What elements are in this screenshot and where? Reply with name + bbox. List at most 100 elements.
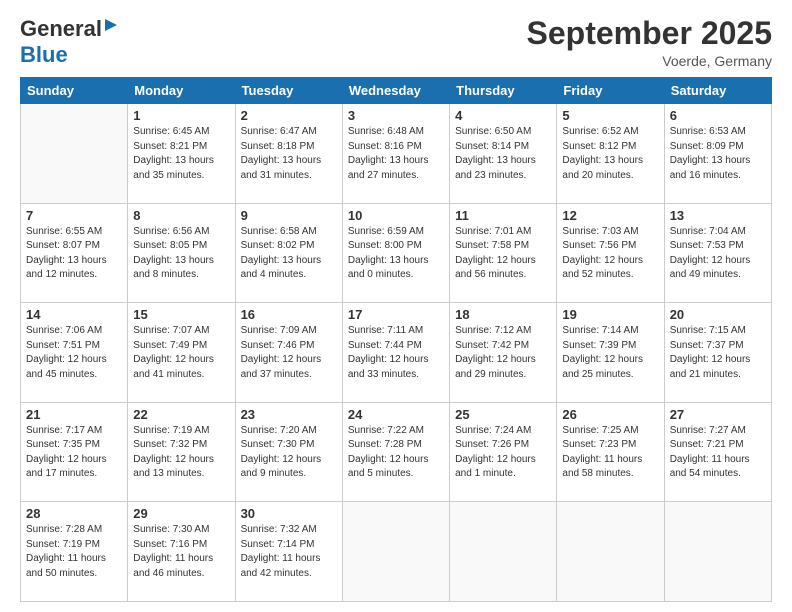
day-info-w4-d5: Sunrise: 7:24 AMSunset: 7:26 PMDaylight:… (455, 424, 551, 482)
day-info-w3-d2: Sunrise: 7:07 AMSunset: 7:49 PMDaylight:… (133, 324, 229, 382)
calendar-cell-w1-d5: 4 Sunrise: 6:50 AMSunset: 8:14 PMDaylight… (450, 104, 557, 204)
calendar-cell-w2-d2: 8Sunrise: 6:56 AMSunset: 8:05 PMDaylight… (128, 203, 235, 303)
calendar-cell-w5-d1: 28 Sunrise: 7:28 AMSunset: 7:19 PMDayligh… (21, 502, 128, 602)
day-info-w1-d2: Sunrise: 6:45 AMSunset: 8:21 PMDaylight:… (133, 125, 229, 183)
calendar-cell-w3-d6: 19 Sunrise: 7:14 AMSunset: 7:39 PMDayligh… (557, 303, 664, 403)
day-number-w1-d2: 1 (133, 108, 229, 123)
day-number-w4-d1: 21 (26, 407, 122, 422)
calendar-table: Sunday Monday Tuesday Wednesday Thursday… (20, 77, 772, 602)
day-info-w4-d6: Sunrise: 7:25 AMSunset: 7:23 PMDaylight:… (562, 424, 658, 482)
day-info-w4-d4: Sunrise: 7:22 AMSunset: 7:28 PMDaylight:… (348, 424, 444, 482)
day-info-w2-d7: Sunrise: 7:04 AMSunset: 7:53 PMDaylight:… (670, 225, 766, 283)
calendar-cell-w4-d3: 23 Sunrise: 7:20 AMSunset: 7:30 PMDayligh… (235, 402, 342, 502)
calendar-cell-w4-d4: 24 Sunrise: 7:22 AMSunset: 7:28 PMDayligh… (342, 402, 449, 502)
day-info-w4-d2: Sunrise: 7:19 AMSunset: 7:32 PMDaylight:… (133, 424, 229, 482)
week-row-1: 1 Sunrise: 6:45 AMSunset: 8:21 PMDaylight… (21, 104, 772, 204)
calendar-cell-w2-d1: 7Sunrise: 6:55 AMSunset: 8:07 PMDaylight… (21, 203, 128, 303)
week-row-2: 7Sunrise: 6:55 AMSunset: 8:07 PMDaylight… (21, 203, 772, 303)
calendar-cell-w4-d7: 27Sunrise: 7:27 AMSunset: 7:21 PMDayligh… (664, 402, 771, 502)
day-number-w1-d4: 3 (348, 108, 444, 123)
calendar-cell-w2-d4: 10 Sunrise: 6:59 AMSunset: 8:00 PMDayligh… (342, 203, 449, 303)
month-title: September 2025 (527, 16, 772, 51)
week-row-5: 28 Sunrise: 7:28 AMSunset: 7:19 PMDayligh… (21, 502, 772, 602)
day-info-w3-d5: Sunrise: 7:12 AMSunset: 7:42 PMDaylight:… (455, 324, 551, 382)
logo-blue-text: Blue (20, 42, 68, 67)
col-header-wednesday: Wednesday (342, 78, 449, 104)
day-info-w5-d2: Sunrise: 7:30 AMSunset: 7:16 PMDaylight:… (133, 523, 229, 581)
day-number-w1-d5: 4 (455, 108, 551, 123)
calendar-cell-w5-d6 (557, 502, 664, 602)
logo-general-text: General (20, 16, 102, 42)
day-number-w3-d6: 19 (562, 307, 658, 322)
day-info-w2-d5: Sunrise: 7:01 AMSunset: 7:58 PMDaylight:… (455, 225, 551, 283)
day-info-w1-d5: Sunrise: 6:50 AMSunset: 8:14 PMDaylight:… (455, 125, 551, 183)
day-number-w1-d3: 2 (241, 108, 337, 123)
day-number-w4-d4: 24 (348, 407, 444, 422)
day-info-w3-d4: Sunrise: 7:11 AMSunset: 7:44 PMDaylight:… (348, 324, 444, 382)
day-number-w5-d1: 28 (26, 506, 122, 521)
col-header-tuesday: Tuesday (235, 78, 342, 104)
day-info-w2-d4: Sunrise: 6:59 AMSunset: 8:00 PMDaylight:… (348, 225, 444, 283)
day-number-w2-d7: 13 (670, 208, 766, 223)
day-number-w4-d2: 22 (133, 407, 229, 422)
location-subtitle: Voerde, Germany (527, 53, 772, 69)
day-number-w3-d1: 14 (26, 307, 122, 322)
day-info-w3-d7: Sunrise: 7:15 AMSunset: 7:37 PMDaylight:… (670, 324, 766, 382)
calendar-cell-w1-d1 (21, 104, 128, 204)
day-number-w3-d5: 18 (455, 307, 551, 322)
week-row-3: 14 Sunrise: 7:06 AMSunset: 7:51 PMDayligh… (21, 303, 772, 403)
calendar-cell-w3-d5: 18 Sunrise: 7:12 AMSunset: 7:42 PMDayligh… (450, 303, 557, 403)
day-info-w3-d6: Sunrise: 7:14 AMSunset: 7:39 PMDaylight:… (562, 324, 658, 382)
calendar-cell-w5-d2: 29 Sunrise: 7:30 AMSunset: 7:16 PMDayligh… (128, 502, 235, 602)
calendar-cell-w2-d5: 11 Sunrise: 7:01 AMSunset: 7:58 PMDayligh… (450, 203, 557, 303)
week-row-4: 21Sunrise: 7:17 AMSunset: 7:35 PMDayligh… (21, 402, 772, 502)
calendar-cell-w4-d5: 25 Sunrise: 7:24 AMSunset: 7:26 PMDayligh… (450, 402, 557, 502)
calendar-cell-w3-d3: 16Sunrise: 7:09 AMSunset: 7:46 PMDayligh… (235, 303, 342, 403)
day-number-w2-d2: 8 (133, 208, 229, 223)
calendar-cell-w1-d3: 2 Sunrise: 6:47 AMSunset: 8:18 PMDaylight… (235, 104, 342, 204)
day-info-w5-d1: Sunrise: 7:28 AMSunset: 7:19 PMDaylight:… (26, 523, 122, 581)
day-number-w2-d5: 11 (455, 208, 551, 223)
calendar-cell-w3-d1: 14 Sunrise: 7:06 AMSunset: 7:51 PMDayligh… (21, 303, 128, 403)
day-number-w3-d2: 15 (133, 307, 229, 322)
day-number-w2-d4: 10 (348, 208, 444, 223)
day-info-w4-d7: Sunrise: 7:27 AMSunset: 7:21 PMDaylight:… (670, 424, 766, 482)
calendar-cell-w4-d1: 21Sunrise: 7:17 AMSunset: 7:35 PMDayligh… (21, 402, 128, 502)
day-number-w4-d6: 26 (562, 407, 658, 422)
day-number-w2-d3: 9 (241, 208, 337, 223)
calendar-cell-w5-d3: 30 Sunrise: 7:32 AMSunset: 7:14 PMDayligh… (235, 502, 342, 602)
calendar-cell-w3-d7: 20Sunrise: 7:15 AMSunset: 7:37 PMDayligh… (664, 303, 771, 403)
day-number-w4-d5: 25 (455, 407, 551, 422)
calendar-cell-w3-d2: 15 Sunrise: 7:07 AMSunset: 7:49 PMDayligh… (128, 303, 235, 403)
calendar-cell-w2-d7: 13 Sunrise: 7:04 AMSunset: 7:53 PMDayligh… (664, 203, 771, 303)
col-header-monday: Monday (128, 78, 235, 104)
day-info-w3-d3: Sunrise: 7:09 AMSunset: 7:46 PMDaylight:… (241, 324, 337, 382)
day-info-w2-d3: Sunrise: 6:58 AMSunset: 8:02 PMDaylight:… (241, 225, 337, 283)
day-info-w3-d1: Sunrise: 7:06 AMSunset: 7:51 PMDaylight:… (26, 324, 122, 382)
calendar-cell-w4-d6: 26 Sunrise: 7:25 AMSunset: 7:23 PMDayligh… (557, 402, 664, 502)
logo-flag-icon (103, 17, 119, 33)
calendar-cell-w5-d4 (342, 502, 449, 602)
day-number-w5-d2: 29 (133, 506, 229, 521)
calendar-cell-w1-d6: 5 Sunrise: 6:52 AMSunset: 8:12 PMDaylight… (557, 104, 664, 204)
day-number-w2-d1: 7 (26, 208, 122, 223)
day-number-w1-d7: 6 (670, 108, 766, 123)
calendar-cell-w2-d6: 12Sunrise: 7:03 AMSunset: 7:56 PMDayligh… (557, 203, 664, 303)
day-info-w5-d3: Sunrise: 7:32 AMSunset: 7:14 PMDaylight:… (241, 523, 337, 581)
day-info-w1-d3: Sunrise: 6:47 AMSunset: 8:18 PMDaylight:… (241, 125, 337, 183)
col-header-sunday: Sunday (21, 78, 128, 104)
col-header-saturday: Saturday (664, 78, 771, 104)
calendar-cell-w5-d5 (450, 502, 557, 602)
calendar-cell-w1-d7: 6Sunrise: 6:53 AMSunset: 8:09 PMDaylight… (664, 104, 771, 204)
day-number-w5-d3: 30 (241, 506, 337, 521)
calendar-cell-w4-d2: 22 Sunrise: 7:19 AMSunset: 7:32 PMDayligh… (128, 402, 235, 502)
day-info-w1-d4: Sunrise: 6:48 AMSunset: 8:16 PMDaylight:… (348, 125, 444, 183)
day-number-w1-d6: 5 (562, 108, 658, 123)
title-block: September 2025 Voerde, Germany (527, 16, 772, 69)
day-info-w4-d3: Sunrise: 7:20 AMSunset: 7:30 PMDaylight:… (241, 424, 337, 482)
logo: General Blue (20, 16, 120, 68)
day-number-w4-d3: 23 (241, 407, 337, 422)
calendar-header-row: Sunday Monday Tuesday Wednesday Thursday… (21, 78, 772, 104)
day-info-w1-d6: Sunrise: 6:52 AMSunset: 8:12 PMDaylight:… (562, 125, 658, 183)
col-header-thursday: Thursday (450, 78, 557, 104)
